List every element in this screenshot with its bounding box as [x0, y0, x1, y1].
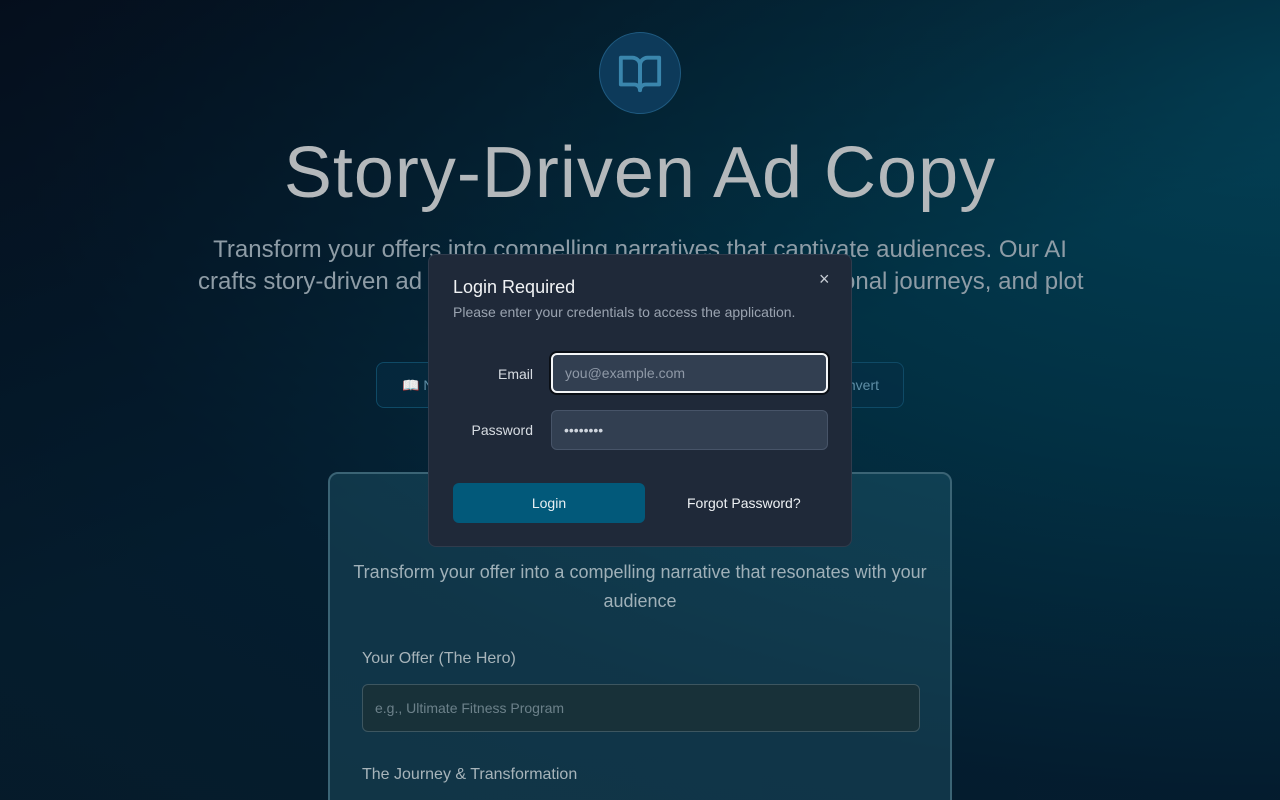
- modal-subtitle: Please enter your credentials to access …: [453, 304, 796, 320]
- login-button[interactable]: Login: [453, 483, 645, 523]
- close-icon[interactable]: ×: [819, 269, 830, 290]
- password-label: Password: [471, 422, 533, 438]
- email-placeholder: you@example.com: [565, 365, 686, 381]
- password-value: ••••••••: [564, 422, 604, 438]
- email-field[interactable]: you@example.com: [551, 353, 828, 393]
- forgot-password-link[interactable]: Forgot Password?: [687, 495, 801, 511]
- password-field[interactable]: ••••••••: [551, 410, 828, 450]
- login-modal: Login Required Please enter your credent…: [428, 254, 852, 547]
- modal-title: Login Required: [453, 277, 576, 297]
- email-label: Email: [497, 366, 533, 382]
